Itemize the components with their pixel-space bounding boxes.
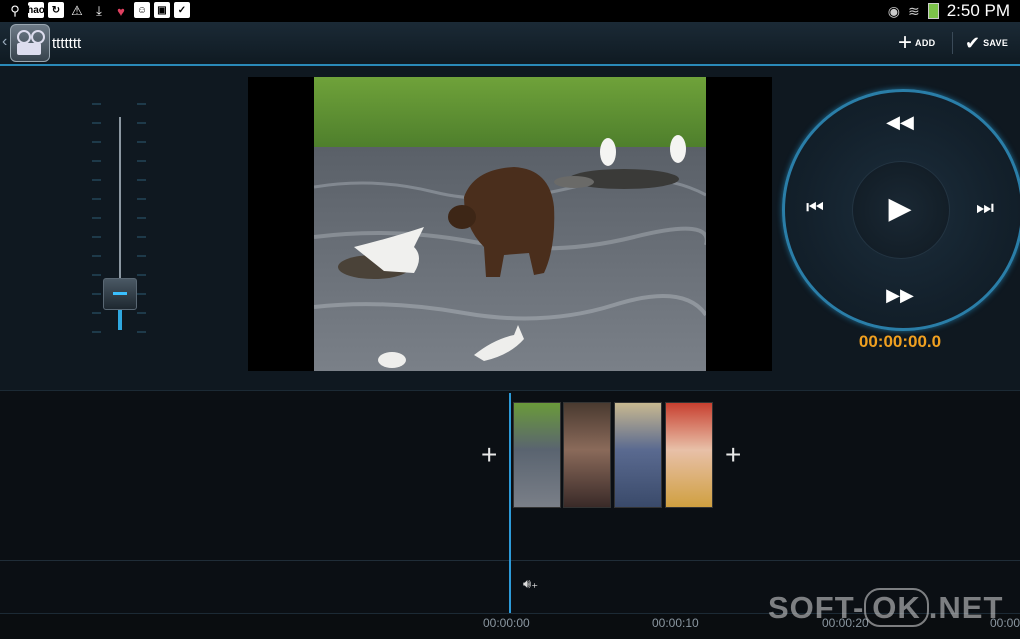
zombie-clip[interactable] xyxy=(563,402,611,508)
volume-slider-thumb[interactable] xyxy=(103,278,137,310)
bear-scene-image xyxy=(314,77,706,371)
volume-tick xyxy=(137,217,146,219)
volume-tick xyxy=(137,122,146,124)
volume-tick xyxy=(92,179,101,181)
volume-tick xyxy=(92,198,101,200)
volume-tick xyxy=(92,160,101,162)
skip-next-icon[interactable]: ⏭ xyxy=(970,195,1000,221)
ruler-label: 00:00:10 xyxy=(652,616,699,630)
volume-tick xyxy=(137,312,146,314)
man-office-clip[interactable] xyxy=(614,402,662,508)
playhead[interactable] xyxy=(509,393,511,618)
save-label: SAVE xyxy=(983,38,1009,48)
eye-icon: ◉ xyxy=(887,2,900,19)
play-icon[interactable]: ▶ xyxy=(882,189,918,227)
volume-tick xyxy=(137,236,146,238)
clock: 2:50 PM xyxy=(946,1,1010,20)
action-bar: ‹ ttttttt + ADD ✔ SAVE xyxy=(0,22,1020,66)
status-bar: ⚲ hao ↻ ⚠ ⤓ ♥ ☺ ▣ ✓ ◉ ≋ 2:50 PM xyxy=(0,0,1020,22)
fast-forward-icon[interactable]: ▶▶ xyxy=(885,284,915,306)
add-button[interactable]: + ADD xyxy=(898,28,935,58)
ruler-label: 00:00:00 xyxy=(483,616,530,630)
battery-icon xyxy=(927,3,939,19)
volume-tick xyxy=(137,198,146,200)
volume-tick xyxy=(92,255,101,257)
hao123-icon: hao xyxy=(27,2,45,18)
timecode: 00:00:00.0 xyxy=(858,332,942,351)
bear-river-clip[interactable] xyxy=(513,402,561,508)
volume-tick xyxy=(92,331,101,333)
volume-tick xyxy=(92,312,101,314)
volume-tick xyxy=(92,217,101,219)
save-button[interactable]: ✔ SAVE xyxy=(965,28,1008,58)
volume-tick xyxy=(137,179,146,181)
volume-tick xyxy=(137,331,146,333)
bride-clip[interactable] xyxy=(665,402,713,508)
add-label: ADD xyxy=(915,38,936,48)
checkmark-icon: ✔ xyxy=(965,32,981,53)
project-title: ttttttt xyxy=(52,35,82,52)
volume-tick xyxy=(137,103,146,105)
volume-tick xyxy=(92,122,101,124)
watermark-ok: OK xyxy=(864,588,929,627)
add-audio-icon[interactable]: 🔊︎₊ xyxy=(523,576,538,592)
volume-tick xyxy=(92,274,101,276)
add-clip-before-icon[interactable]: + xyxy=(481,439,497,471)
watermark-prefix: SOFT- xyxy=(768,590,865,625)
volume-tick xyxy=(92,293,101,295)
system-tray: ◉ ≋ 2:50 PM xyxy=(888,1,1010,21)
action-divider xyxy=(952,32,953,54)
volume-track[interactable] xyxy=(119,117,121,280)
gallery-icon: ▣ xyxy=(154,2,170,18)
clipboard-icon: ✓ xyxy=(174,2,190,18)
volume-tick xyxy=(137,160,146,162)
sync-icon: ↻ xyxy=(48,2,64,18)
rewind-icon[interactable]: ◀◀ xyxy=(885,111,915,133)
add-plus-icon: + xyxy=(898,29,913,56)
watermark: SOFT- OK .NET xyxy=(768,588,1004,627)
add-clip-after-icon[interactable]: + xyxy=(725,439,741,471)
watermark-suffix: .NET xyxy=(928,590,1004,625)
volume-tick xyxy=(92,236,101,238)
back-chevron-icon[interactable]: ‹ xyxy=(2,33,7,51)
volume-tick xyxy=(92,141,101,143)
volume-tick xyxy=(137,274,146,276)
app-icon: ☺ xyxy=(134,2,150,18)
warning-icon: ⚠ xyxy=(71,3,83,18)
volume-tick xyxy=(137,293,146,295)
usb-icon: ⚲ xyxy=(10,3,20,18)
download-icon: ⤓ xyxy=(96,3,102,18)
notification-icons: ⚲ hao ↻ ⚠ ⤓ ♥ ☺ ▣ ✓ xyxy=(6,2,190,20)
volume-tick xyxy=(137,255,146,257)
wifi-icon: ≋ xyxy=(907,2,920,19)
video-frame xyxy=(314,77,706,371)
skip-previous-icon[interactable]: ⏮ xyxy=(800,195,830,221)
heart-icon: ♥ xyxy=(117,3,125,19)
volume-tick xyxy=(92,103,101,105)
app-logo-icon[interactable] xyxy=(10,24,50,62)
volume-tick xyxy=(137,141,146,143)
